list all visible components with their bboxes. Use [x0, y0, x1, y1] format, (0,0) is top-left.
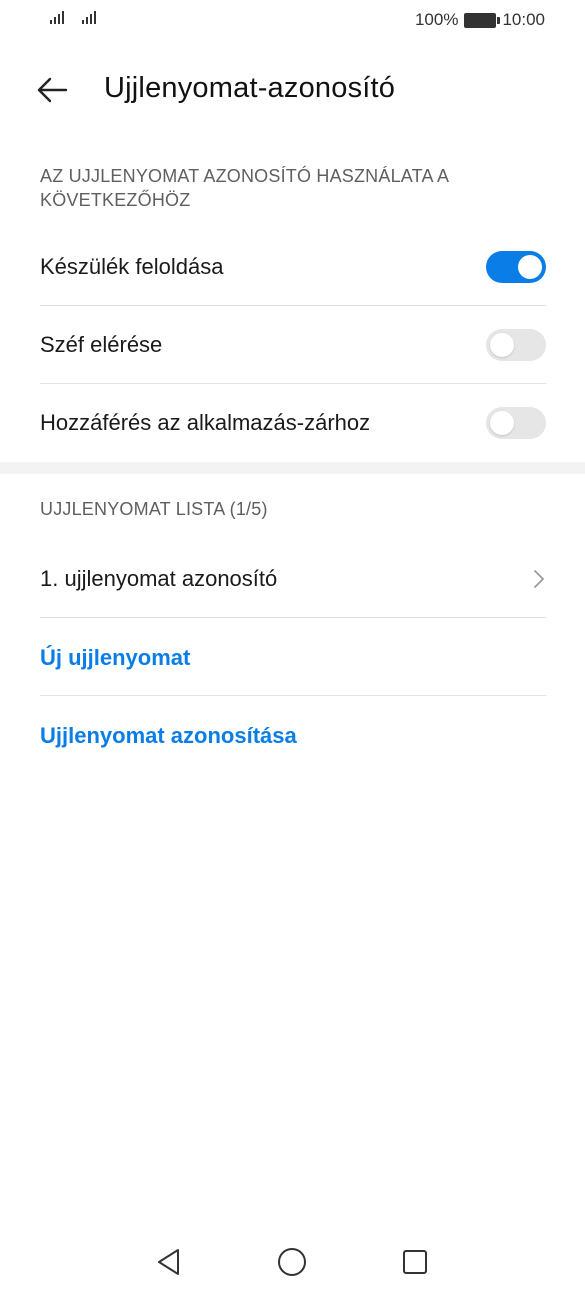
page-title: Ujjlenyomat-azonosító	[104, 72, 396, 104]
back-button[interactable]	[30, 68, 74, 112]
toggle-row-safe-access[interactable]: Széf elérése	[40, 306, 546, 383]
new-fingerprint-link[interactable]: Új ujjlenyomat	[40, 645, 190, 671]
chevron-right-icon	[534, 569, 544, 588]
battery-percentage: 100%	[414, 10, 459, 29]
nav-recents-button[interactable]	[395, 1242, 435, 1282]
toggle-switch[interactable]	[486, 328, 546, 361]
back-triangle-icon	[158, 1249, 179, 1275]
row-label: Hozzáférés az alkalmazás-zárhoz	[40, 409, 371, 435]
battery-icon	[464, 12, 501, 28]
nav-home-button[interactable]	[272, 1242, 312, 1282]
nav-back-button[interactable]	[150, 1242, 190, 1282]
toggle-knob	[490, 410, 514, 435]
section-header-fingerprint-list: UJJLENYOMAT LISTA (1/5)	[40, 499, 268, 519]
status-bar: 100% 10:00	[0, 0, 585, 40]
divider	[40, 617, 546, 618]
toggle-switch[interactable]	[486, 250, 546, 283]
status-right: 100% 10:00	[415, 10, 545, 30]
toggle-switch[interactable]	[486, 406, 546, 439]
home-circle-icon	[278, 1248, 306, 1276]
recents-square-icon	[403, 1250, 427, 1274]
signal-icon	[82, 10, 96, 24]
navigation-bar	[0, 1230, 585, 1300]
toggle-row-app-lock[interactable]: Hozzáférés az alkalmazás-zárhoz	[40, 384, 546, 461]
toggle-knob	[518, 254, 542, 279]
app-header: Ujjlenyomat-azonosító	[0, 60, 585, 118]
row-label: Készülék feloldása	[40, 253, 224, 279]
section-header-usage: AZ UJJLENYOMAT AZONOSÍTÓ HASZNÁLATA A KÖ…	[40, 166, 449, 210]
clock: 10:00	[502, 10, 545, 29]
row-label: 1. ujjlenyomat azonosító	[40, 565, 278, 591]
arrow-left-icon	[37, 77, 68, 103]
toggle-knob	[490, 332, 514, 357]
toggle-row-unlock-device[interactable]: Készülék feloldása	[40, 228, 546, 305]
divider	[40, 695, 546, 696]
signal-icon	[50, 10, 64, 24]
fingerprint-list-item[interactable]: 1. ujjlenyomat azonosító	[40, 540, 546, 617]
row-label: Széf elérése	[40, 331, 163, 357]
section-separator	[0, 462, 585, 474]
identify-fingerprint-link[interactable]: Ujjlenyomat azonosítása	[40, 723, 297, 749]
